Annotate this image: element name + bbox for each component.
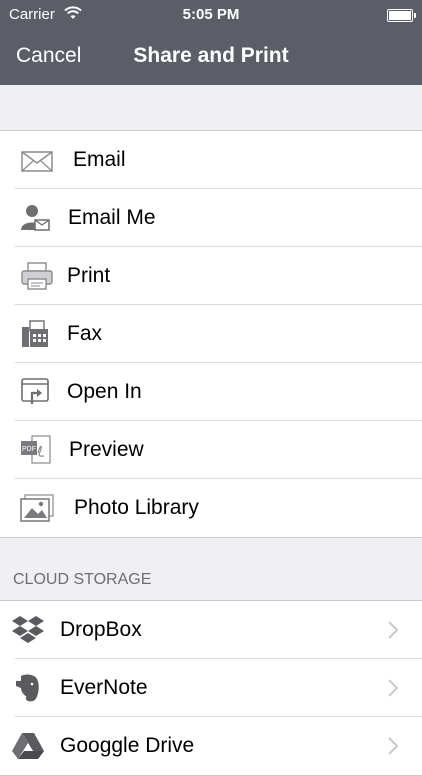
share-item-label: Fax (67, 322, 103, 345)
cloud-item-evernote[interactable]: EverNote (0, 659, 422, 717)
photo-library-icon (20, 494, 54, 522)
svg-text:PDF: PDF (22, 446, 36, 453)
share-item-label: Email (73, 148, 126, 171)
user-mail-icon (21, 205, 50, 231)
google-drive-icon (12, 733, 44, 759)
share-item-email-me[interactable]: Email Me (0, 189, 422, 247)
cancel-button[interactable]: Cancel (16, 44, 81, 68)
share-item-label: Email Me (68, 206, 156, 229)
share-item-print[interactable]: Print (0, 247, 422, 305)
share-item-preview[interactable]: PDF Preview (0, 421, 422, 479)
chevron-right-icon (388, 679, 399, 697)
cloud-item-label: Googgle Drive (60, 734, 195, 757)
navigation-bar: Cancel Share and Print (0, 30, 422, 85)
printer-icon (21, 262, 53, 290)
dropbox-icon (12, 616, 44, 643)
chevron-right-icon (388, 737, 399, 755)
status-bar: Carrier 5:05 PM (0, 0, 422, 30)
cloud-item-label: EverNote (60, 676, 148, 699)
battery-icon (387, 9, 416, 22)
share-list: Email Email Me Print Fax Open In PDF Pre… (0, 130, 422, 538)
section-header-cloud-storage: CLOUD STORAGE (13, 571, 152, 588)
share-item-label: Print (67, 264, 111, 287)
pdf-icon: PDF (21, 435, 51, 464)
cloud-item-google-drive[interactable]: Googgle Drive (0, 717, 422, 775)
share-item-label: Photo Library (74, 496, 199, 519)
status-time: 5:05 PM (182, 6, 240, 23)
chevron-right-icon (388, 621, 399, 639)
share-item-open-in[interactable]: Open In (0, 363, 422, 421)
envelope-icon (21, 151, 53, 172)
share-item-label: Open In (67, 380, 142, 403)
share-item-photo-library[interactable]: Photo Library (0, 479, 422, 537)
cloud-item-label: DropBox (60, 618, 142, 641)
share-item-email[interactable]: Email (0, 131, 422, 189)
share-item-fax[interactable]: Fax (0, 305, 422, 363)
cloud-item-dropbox[interactable]: DropBox (0, 601, 422, 659)
evernote-icon (16, 674, 39, 702)
open-in-icon (21, 378, 49, 404)
fax-icon (22, 320, 48, 347)
share-item-label: Preview (69, 438, 144, 461)
